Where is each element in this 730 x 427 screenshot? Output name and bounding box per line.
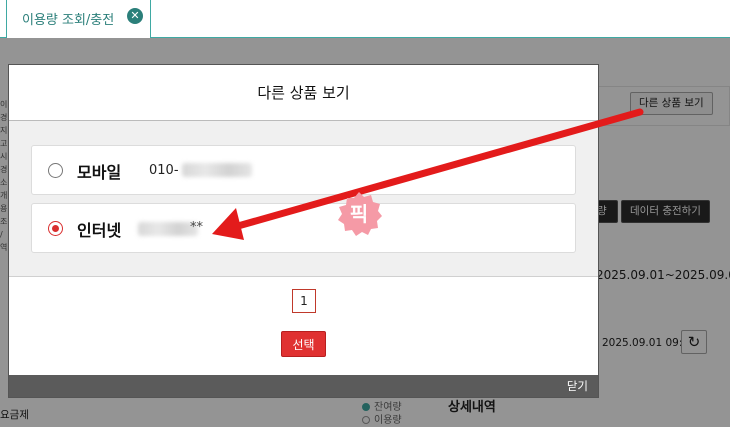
- badge-text: 픽: [349, 202, 369, 226]
- other-products-modal: 다른 상품 보기 모바일 010- 인터넷 ** 1 선택 닫기: [8, 64, 599, 398]
- option-mobile-label: 모바일: [77, 163, 122, 182]
- option-mobile-number: 010-: [149, 163, 179, 178]
- tab-bar: 이용량 조회/충전 ✕: [0, 0, 730, 39]
- tab-label: 이용량 조회/충전: [22, 13, 115, 28]
- masked-number: [182, 163, 252, 177]
- modal-footer: 닫기: [9, 375, 598, 397]
- annotation-badge: 픽: [335, 190, 383, 238]
- option-internet-suffix: **: [190, 220, 203, 235]
- select-button[interactable]: 선택: [281, 331, 326, 357]
- masked-account: [138, 222, 198, 236]
- close-tab-icon[interactable]: ✕: [127, 8, 143, 24]
- radio-internet[interactable]: [48, 221, 63, 236]
- close-button[interactable]: 닫기: [567, 378, 588, 394]
- modal-body: 모바일 010- 인터넷 **: [9, 121, 598, 277]
- tab-usage-charge[interactable]: 이용량 조회/충전 ✕: [6, 0, 151, 39]
- modal-title: 다른 상품 보기: [9, 65, 598, 121]
- page-number[interactable]: 1: [292, 289, 316, 313]
- option-internet-label: 인터넷: [77, 221, 122, 240]
- radio-mobile[interactable]: [48, 163, 63, 178]
- option-mobile[interactable]: 모바일 010-: [31, 145, 576, 195]
- option-internet[interactable]: 인터넷 **: [31, 203, 576, 253]
